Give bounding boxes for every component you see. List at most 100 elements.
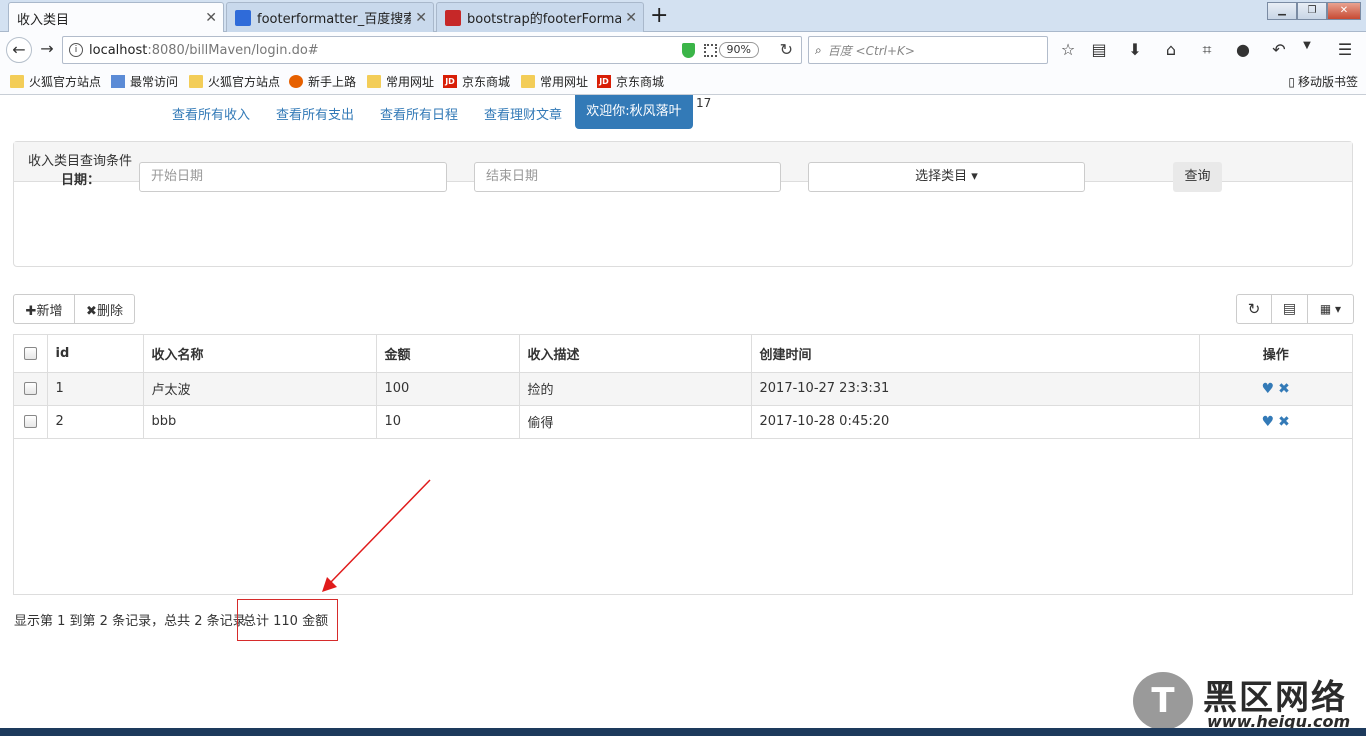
tab-income-category[interactable]: 收入类目 ✕: [8, 2, 224, 33]
column-header[interactable]: 收入名称: [143, 335, 377, 373]
bookmark-item[interactable]: 新手上路: [289, 73, 356, 90]
cell-desc: 偷得: [519, 405, 752, 439]
table-row[interactable]: 2 bbb 10 偷得 2017-10-28 0:45:20 ♥ ✖: [14, 405, 1352, 439]
navigation-toolbar: ← → i localhost :8080/billMaven/login.do…: [0, 32, 1366, 68]
bookmark-star-icon[interactable]: ☆: [1058, 40, 1078, 59]
reload-icon[interactable]: ↻: [780, 40, 793, 59]
baidu-favicon-icon: [235, 9, 251, 26]
end-date-input[interactable]: 结束日期: [474, 162, 781, 192]
bookmark-item[interactable]: JD 京东商城: [597, 73, 664, 90]
menu-hamburger-icon[interactable]: ☰: [1335, 40, 1355, 59]
screenshot-crop-icon[interactable]: ⌗: [1197, 40, 1217, 60]
footer-total: 总计 110 金额: [243, 614, 329, 629]
folder-icon: [10, 75, 24, 88]
bookmark-item[interactable]: 最常访问: [111, 73, 178, 90]
row-select-cell: [14, 372, 48, 406]
bookmark-item[interactable]: 常用网址: [521, 73, 588, 90]
column-header[interactable]: id: [47, 335, 144, 373]
bookmark-label: 常用网址: [386, 75, 435, 89]
nav-finance-articles[interactable]: 查看理财文章: [484, 104, 562, 123]
close-window-button[interactable]: ✕: [1327, 2, 1361, 20]
bookmark-label: 京东商城: [462, 75, 511, 89]
forward-button[interactable]: →: [34, 37, 60, 63]
cell-amount: 100: [376, 372, 520, 406]
table-tools: ↻ ▤ ▦ ▾: [1236, 294, 1354, 324]
welcome-user[interactable]: 欢迎你:秋风落叶: [575, 95, 693, 129]
url-bar[interactable]: i localhost :8080/billMaven/login.do# 90…: [62, 36, 802, 64]
toggle-view-icon[interactable]: ▤: [1272, 294, 1308, 324]
bookmark-item[interactable]: 火狐官方站点: [189, 73, 280, 90]
pagination-info: 显示第 1 到第 2 条记录，总共 2 条记录: [14, 614, 246, 629]
edit-heart-icon[interactable]: ♥: [1262, 381, 1275, 397]
watermark-logo-icon: T: [1133, 672, 1193, 730]
back-button[interactable]: ←: [6, 37, 32, 63]
nav-all-income[interactable]: 查看所有收入: [172, 104, 250, 123]
new-tab-button[interactable]: +: [650, 4, 668, 28]
mobile-bookmarks[interactable]: ▯ 移动版书签: [1288, 73, 1358, 90]
jd-logo-icon: JD: [597, 75, 611, 88]
nav-all-expense[interactable]: 查看所有支出: [276, 104, 354, 123]
minimize-button[interactable]: ▁: [1267, 2, 1297, 20]
refresh-icon[interactable]: ↻: [1236, 294, 1272, 324]
watermark: T 黑区网络 www.heiqu.com: [1133, 670, 1358, 732]
home-icon[interactable]: ⌂: [1161, 40, 1181, 59]
phone-icon: ▯: [1288, 74, 1295, 89]
undo-icon[interactable]: ↶: [1269, 40, 1289, 59]
table-header-row: id 收入名称 金额 收入描述 创建时间 操作: [14, 335, 1352, 373]
cell-name: bbb: [143, 405, 377, 439]
shield-icon[interactable]: [682, 43, 695, 58]
tab-title: 收入类目: [17, 12, 70, 28]
bookmark-item[interactable]: 常用网址: [367, 73, 434, 90]
column-header[interactable]: 金额: [376, 335, 520, 373]
tab-close-icon[interactable]: ✕: [625, 10, 637, 26]
nav-all-schedule[interactable]: 查看所有日程: [380, 104, 458, 123]
chat-bubble-icon[interactable]: ●: [1233, 40, 1253, 59]
columns-grid-icon[interactable]: ▦ ▾: [1308, 294, 1354, 324]
edit-heart-icon[interactable]: ♥: [1262, 414, 1275, 430]
delete-x-icon[interactable]: ✖: [1278, 381, 1290, 397]
site-info-icon[interactable]: i: [69, 43, 83, 57]
tab-bootstrap[interactable]: bootstrap的footerFormatte ✕: [436, 2, 644, 32]
bookmark-label: 最常访问: [130, 75, 179, 89]
bookmark-item[interactable]: 火狐官方站点: [10, 73, 101, 90]
delete-x-icon[interactable]: ✖: [1278, 414, 1290, 430]
folder-icon: [189, 75, 203, 88]
bookmark-item[interactable]: JD 京东商城: [443, 73, 510, 90]
cell-id: 2: [47, 405, 144, 439]
chevron-down-icon[interactable]: ▼: [1297, 40, 1317, 51]
bookmark-label: 火狐官方站点: [29, 75, 102, 89]
qr-code-icon[interactable]: [704, 44, 717, 57]
tab-close-icon[interactable]: ✕: [415, 10, 427, 26]
reading-list-icon[interactable]: ▤: [1089, 40, 1109, 59]
search-bar[interactable]: ⌕ 百度 <Ctrl+K>: [808, 36, 1048, 64]
delete-button[interactable]: ✖删除: [75, 294, 135, 324]
shield-favicon-icon: [445, 9, 461, 26]
table-row[interactable]: 1 卢太波 100 捡的 2017-10-27 23:3:31 ♥ ✖: [14, 372, 1352, 406]
row-checkbox[interactable]: [23, 382, 37, 395]
cell-amount: 10: [376, 405, 520, 439]
bookmarks-bar: 火狐官方站点 最常访问 火狐官方站点 新手上路 常用网址 JD 京东商城 常用网址…: [0, 68, 1366, 95]
category-dropdown[interactable]: 选择类目 ▾: [808, 162, 1085, 192]
column-header[interactable]: 收入描述: [519, 335, 752, 373]
select-all-checkbox[interactable]: [23, 346, 37, 360]
tab-close-icon[interactable]: ✕: [205, 10, 217, 26]
cell-id: 1: [47, 372, 144, 406]
url-path: :8080/billMaven/login.do#: [147, 42, 319, 58]
bookmark-label: 新手上路: [308, 75, 357, 89]
notification-count: 17: [696, 96, 712, 110]
column-header: 操作: [1199, 335, 1352, 373]
most-visited-icon: [111, 75, 125, 88]
cell-actions: ♥ ✖: [1199, 372, 1352, 406]
start-date-input[interactable]: 开始日期: [139, 162, 447, 192]
column-header[interactable]: 创建时间: [751, 335, 1200, 373]
zoom-level[interactable]: 90%: [718, 42, 759, 58]
tab-baidu-search[interactable]: footerformatter_百度搜索 ✕: [226, 2, 434, 32]
download-icon[interactable]: ⬇: [1125, 40, 1145, 59]
add-button[interactable]: ✚新增: [13, 294, 75, 324]
row-checkbox[interactable]: [23, 415, 37, 428]
select-all-cell: [14, 335, 48, 373]
browser-tabstrip: 收入类目 ✕ footerformatter_百度搜索 ✕ bootstrap的…: [0, 0, 1366, 33]
maximize-button[interactable]: ❐: [1297, 2, 1327, 20]
bookmark-label: 火狐官方站点: [208, 75, 281, 89]
query-button[interactable]: 查询: [1173, 162, 1222, 192]
